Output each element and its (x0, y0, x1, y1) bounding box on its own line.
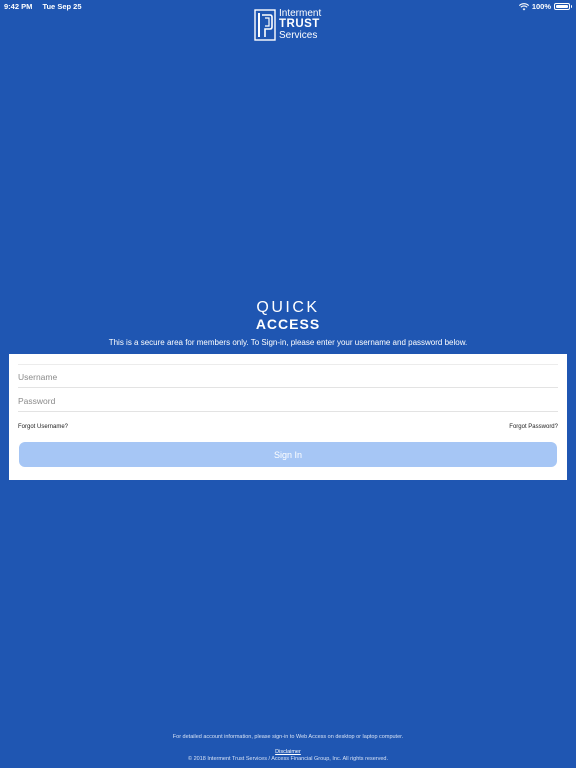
logo-text: Interment TRUST Services (279, 9, 321, 41)
forgot-username-link[interactable]: Forgot Username? (18, 424, 68, 430)
forgot-password-link[interactable]: Forgot Password? (509, 424, 558, 430)
status-date: Tue Sep 25 (42, 2, 82, 11)
logo-line-services: Services (279, 29, 318, 41)
quick-access-line2: ACCESS (255, 316, 321, 332)
login-form: Forgot Username? Forgot Password? Sign I… (9, 354, 567, 480)
battery-percent: 100% (531, 2, 551, 11)
footer: For detailed account information, please… (0, 734, 576, 764)
username-input[interactable] (18, 366, 558, 388)
status-left: 9:42 PM Tue Sep 25 (4, 2, 90, 11)
status-time: 9:42 PM (4, 2, 33, 11)
secure-area-message: This is a secure area for members only. … (108, 338, 468, 347)
battery-icon (554, 3, 572, 10)
logo-mark-icon (254, 9, 276, 41)
company-logo: Interment TRUST Services (254, 8, 326, 42)
footer-copyright: © 2018 Interment Trust Services / Access… (188, 756, 388, 763)
wifi-icon (518, 2, 529, 10)
quick-access-title: QUICK ACCESS (0, 299, 576, 332)
footer-info-text: For detailed account information, please… (172, 734, 404, 740)
status-right: 100% (518, 2, 572, 11)
sign-in-button[interactable]: Sign In (19, 442, 557, 467)
disclaimer-link[interactable]: Disclaimer (275, 749, 301, 755)
form-divider (18, 364, 558, 365)
password-input[interactable] (18, 390, 558, 412)
quick-access-line1: QUICK (256, 299, 320, 316)
